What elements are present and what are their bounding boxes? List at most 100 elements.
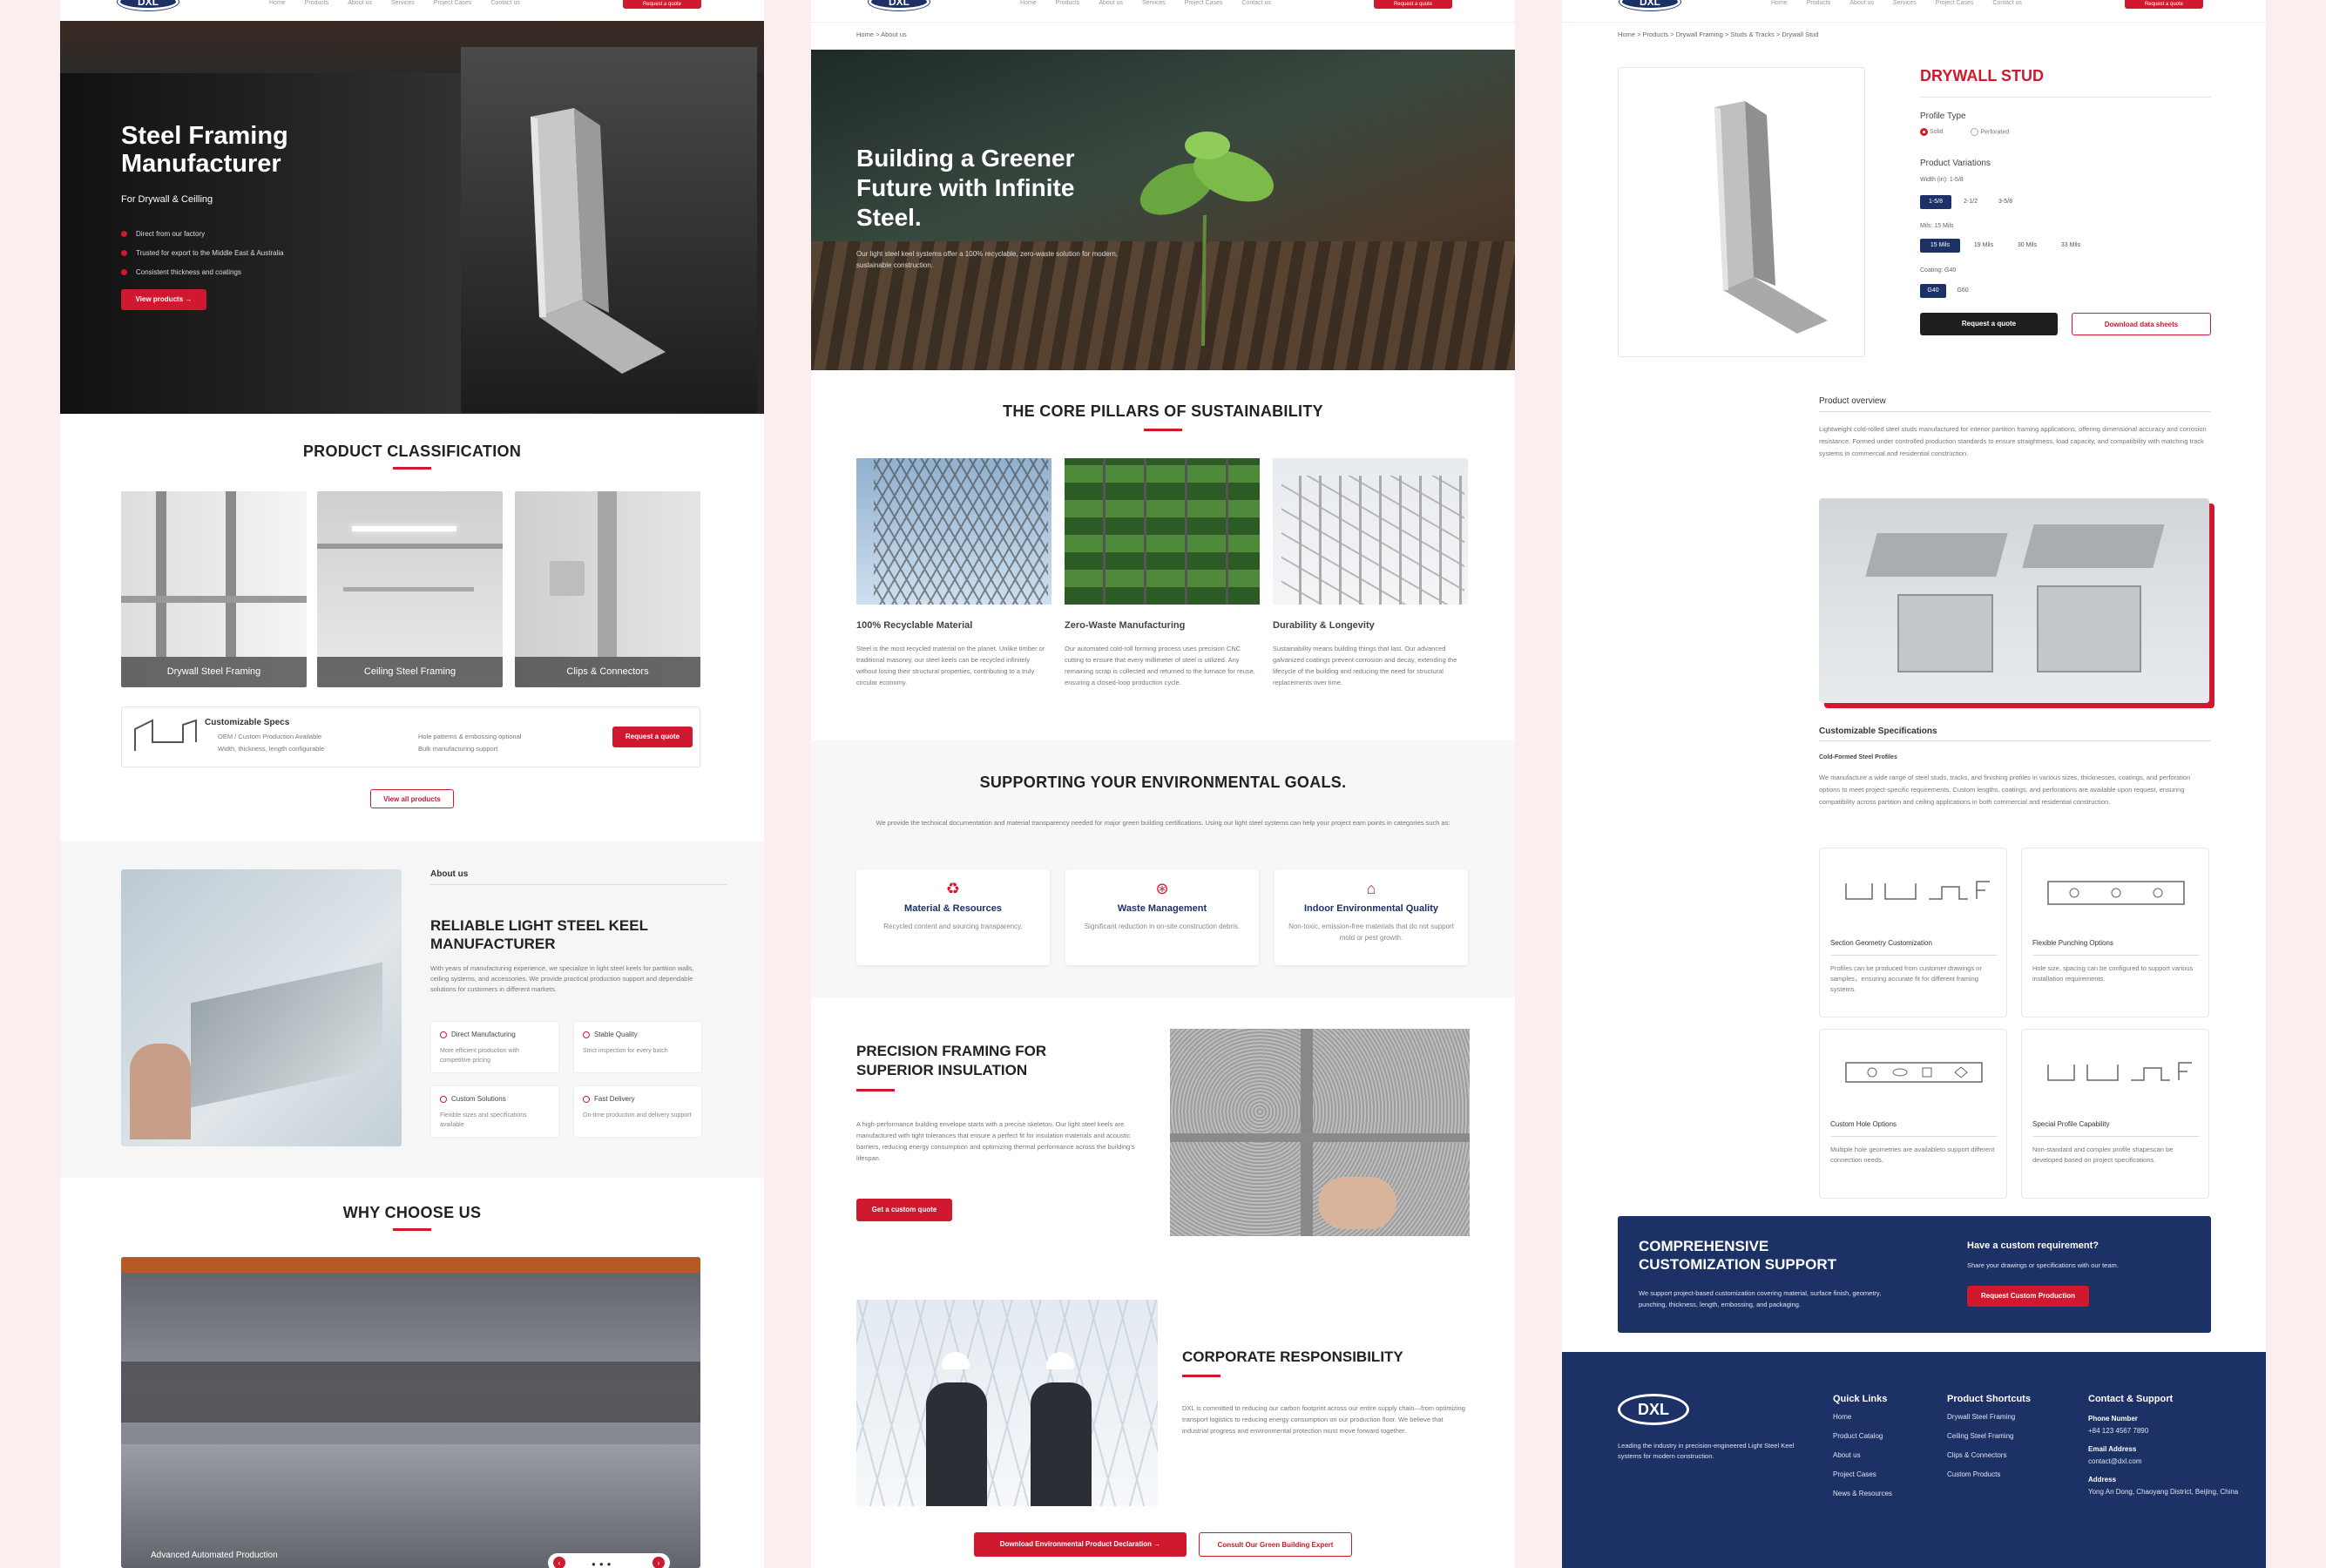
nav-about[interactable]: About us bbox=[348, 0, 372, 6]
nav-quote-button[interactable]: Request a quote bbox=[2125, 0, 2203, 9]
nav-cases[interactable]: Project Cases bbox=[1936, 0, 1974, 6]
nav-products[interactable]: Products bbox=[1807, 0, 1831, 6]
profile-outline-icon bbox=[134, 719, 197, 751]
nav-products[interactable]: Products bbox=[1056, 0, 1080, 6]
steel-stud-image bbox=[531, 108, 666, 374]
hero-body: Our light steel keel systems offer a 100… bbox=[856, 250, 1118, 269]
consult-expert-button[interactable]: Consult Our Green Building Expert bbox=[1199, 1532, 1352, 1557]
pillar-title: 100% Recyclable Material bbox=[856, 620, 973, 631]
nav-cases[interactable]: Project Cases bbox=[434, 0, 472, 6]
footer-link[interactable]: News & Resources bbox=[1833, 1484, 1892, 1504]
category-card-ceiling[interactable]: Ceiling Steel Framing bbox=[317, 491, 503, 687]
footer-logo[interactable]: DXL bbox=[1618, 1394, 1689, 1425]
about-eyebrow: About us bbox=[430, 869, 469, 879]
goals-intro: We provide the technical documentation a… bbox=[876, 819, 1450, 827]
footer-link[interactable]: Home bbox=[1833, 1408, 1892, 1427]
coating-chip[interactable]: G60 bbox=[1950, 284, 1976, 298]
footer-link[interactable]: About us bbox=[1833, 1446, 1892, 1465]
carousel-dots-icon[interactable]: ●●● bbox=[592, 1560, 615, 1568]
nav-home[interactable]: Home bbox=[1020, 0, 1037, 6]
dxl-logo[interactable]: DXL bbox=[118, 0, 179, 10]
request-custom-button[interactable]: Request Custom Production bbox=[1967, 1286, 2089, 1307]
mils-chip[interactable]: 30 Mils bbox=[2007, 239, 2047, 253]
nav-about[interactable]: About us bbox=[1849, 0, 1874, 6]
download-datasheet-button[interactable]: Download data sheets bbox=[2072, 313, 2211, 335]
nav-about[interactable]: About us bbox=[1099, 0, 1123, 6]
waste-icon: ⊛ bbox=[1155, 880, 1169, 897]
spec-item: OEM / Custom Production Available bbox=[218, 733, 322, 740]
request-quote-button[interactable]: Request a quote bbox=[1920, 313, 2058, 335]
next-arrow-icon[interactable]: › bbox=[652, 1557, 665, 1568]
nav-home[interactable]: Home bbox=[1771, 0, 1788, 6]
nav-contact[interactable]: Contact us bbox=[1241, 0, 1270, 6]
nav-quote-button[interactable]: Request a quote bbox=[623, 0, 701, 9]
footer-link[interactable]: Custom Products bbox=[1947, 1465, 2031, 1484]
view-products-button[interactable]: View products → bbox=[121, 289, 206, 310]
nav-contact[interactable]: Contact us bbox=[490, 0, 519, 6]
divider bbox=[1920, 97, 2211, 98]
insulation-image bbox=[1170, 1029, 1470, 1236]
stud-samples-image bbox=[1819, 498, 2209, 703]
email-label: Email Address bbox=[2088, 1445, 2137, 1453]
hero-bullets: Direct from our factory Trusted for expo… bbox=[121, 225, 284, 282]
footer-link[interactable]: Project Cases bbox=[1833, 1465, 1892, 1484]
coating-chip[interactable]: G40 bbox=[1920, 284, 1946, 298]
mils-chip[interactable]: 15 Mils bbox=[1920, 239, 1960, 253]
feature-card: Fast Delivery On-time production and del… bbox=[573, 1085, 702, 1138]
about-image bbox=[121, 869, 402, 1146]
goals-title: SUPPORTING YOUR ENVIRONMENTAL GOALS. bbox=[979, 774, 1347, 791]
footer-link[interactable]: Drywall Steel Framing bbox=[1947, 1408, 2031, 1427]
mils-chip[interactable]: 19 Mils bbox=[1964, 239, 2004, 253]
prev-arrow-icon[interactable]: ‹ bbox=[553, 1557, 565, 1568]
email-value[interactable]: contact@dxl.com bbox=[2088, 1456, 2254, 1467]
breadcrumb[interactable]: Home > Products > Drywall Framing > Stud… bbox=[1618, 30, 1819, 38]
goal-card: ⌂ Indoor Environmental Quality Non-toxic… bbox=[1275, 869, 1468, 965]
phone-value[interactable]: +84 123 4567 7890 bbox=[2088, 1425, 2254, 1436]
why-title: WHY CHOOSE US bbox=[342, 1204, 482, 1221]
width-chip[interactable]: 2-1/2 bbox=[1955, 195, 1986, 209]
nav-cases[interactable]: Project Cases bbox=[1185, 0, 1223, 6]
footer-link[interactable]: Product Catalog bbox=[1833, 1427, 1892, 1446]
radio-label: Perforated bbox=[1980, 129, 2010, 136]
spec-card: Special Profile Capability Non-standard … bbox=[2021, 1029, 2209, 1199]
mils-label: Mils: 15 Mils bbox=[1920, 223, 1954, 229]
nav-products[interactable]: Products bbox=[305, 0, 329, 6]
category-card-drywall[interactable]: Drywall Steel Framing bbox=[121, 491, 307, 687]
nav-home[interactable]: Home bbox=[269, 0, 286, 6]
nav-services[interactable]: Services bbox=[1893, 0, 1917, 6]
width-chip[interactable]: 1-5/8 bbox=[1920, 195, 1951, 209]
footer-link[interactable]: Ceiling Steel Framing bbox=[1947, 1427, 2031, 1446]
download-epd-button[interactable]: Download Environmental Product Declarati… bbox=[974, 1532, 1187, 1557]
coating-label: Coating: G40 bbox=[1920, 267, 1957, 274]
divider bbox=[1819, 740, 2211, 741]
nav-quote-button[interactable]: Request a quote bbox=[1374, 0, 1452, 9]
precision-body: A high-performance building envelope sta… bbox=[856, 1120, 1135, 1162]
dxl-logo[interactable]: DXL bbox=[1619, 0, 1680, 10]
customization-banner: COMPREHENSIVE CUSTOMIZATION SUPPORT We s… bbox=[1618, 1216, 2211, 1333]
nav-contact[interactable]: Contact us bbox=[1992, 0, 2021, 6]
product-shortcuts: Product Shortcuts Drywall Steel Framing … bbox=[1947, 1394, 2031, 1484]
contact-support: Contact & Support Phone Number +84 123 4… bbox=[2088, 1394, 2254, 1497]
footer-link[interactable]: Clips & Connectors bbox=[1947, 1446, 2031, 1465]
nav-services[interactable]: Services bbox=[1142, 0, 1166, 6]
category-card-clips[interactable]: Clips & Connectors bbox=[515, 491, 700, 687]
radio-perforated[interactable] bbox=[1971, 128, 1979, 136]
radio-solid[interactable] bbox=[1920, 128, 1928, 136]
pillar-image-recycle bbox=[856, 458, 1051, 605]
dxl-logo[interactable]: DXL bbox=[869, 0, 930, 10]
feature-card: Direct Manufacturing More efficient prod… bbox=[430, 1021, 559, 1073]
custom-quote-button[interactable]: Get a custom quote bbox=[856, 1199, 952, 1221]
resources-icon: ♻ bbox=[945, 880, 961, 897]
banner-question-sub: Share your drawings or specifications wi… bbox=[1967, 1261, 2119, 1269]
nav-services[interactable]: Services bbox=[391, 0, 415, 6]
title-underline bbox=[393, 1228, 431, 1231]
breadcrumb[interactable]: Home > About us bbox=[856, 30, 907, 38]
classification-title: PRODUCT CLASSIFICATION bbox=[302, 443, 522, 460]
view-all-products-button[interactable]: View all products bbox=[370, 789, 454, 808]
mils-chip[interactable]: 33 Mils bbox=[2051, 239, 2091, 253]
nav-links: Home Products About us Services Project Case… bbox=[269, 0, 539, 6]
width-chip[interactable]: 3-5/8 bbox=[1990, 195, 2021, 209]
carousel-controls[interactable]: ‹ › ●●● bbox=[548, 1553, 670, 1568]
hero-bullet: Direct from our factory bbox=[121, 225, 284, 244]
specs-quote-button[interactable]: Request a quote bbox=[612, 727, 693, 747]
